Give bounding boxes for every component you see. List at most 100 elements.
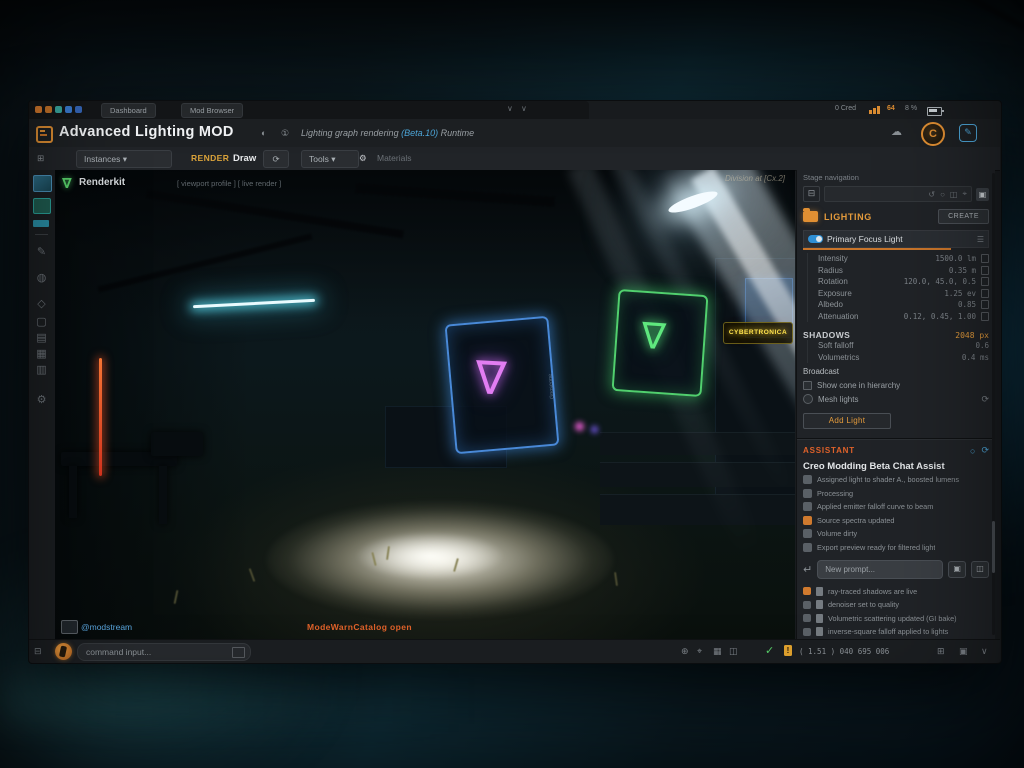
snapshot-icon[interactable] [61,620,78,634]
prompt-input[interactable] [817,560,943,579]
green-app-icon[interactable] [33,198,51,214]
send-button[interactable]: ◫ [971,561,989,578]
teal-bar-icon[interactable] [33,220,49,227]
radio-row[interactable]: Mesh lights⟳ [803,393,989,405]
profile-thumbnail-icon[interactable] [33,175,52,192]
fps-bars-icon [869,106,881,114]
property-row[interactable]: Attenuation0.12, 0.45, 1.00 [807,311,989,323]
settings-gear-icon[interactable]: ⚙ [33,392,50,408]
info-icon[interactable]: ① [281,128,289,139]
lock-icon[interactable] [981,312,989,321]
undo-icon[interactable]: ↺ [928,190,935,199]
lock-icon[interactable] [981,289,989,298]
hierarchy-icon[interactable]: ⊟ [803,186,820,202]
panel-rows-icon[interactable]: ▥ [33,362,50,378]
scene-neon-text-sign: CYBERTRONICA [723,322,793,344]
shadow-value[interactable]: 0.6 [975,341,989,350]
circle-icon[interactable]: ○ [940,190,945,199]
panel-filter-bar[interactable]: ↺ ○ ◫ ⌖ [824,186,972,202]
window-dot-5[interactable] [75,106,82,113]
item-menu-icon[interactable]: ☰ [977,235,984,244]
annotate-pen-icon[interactable]: ✎ [959,124,977,142]
lock-icon[interactable] [981,277,989,286]
tab-mod-browser[interactable]: Mod Browser [181,103,243,118]
layout-icon[interactable]: ⊞ [937,646,945,657]
warning-badge-icon[interactable]: ! [784,645,792,656]
property-row[interactable]: Rotation120.0, 45.0, 0.5 [807,276,989,288]
panel-mode-button[interactable]: ▣ [976,188,989,201]
property-value[interactable]: 0.12, 0.45, 1.00 [904,312,976,321]
property-value[interactable]: 1.25 ev [944,289,976,298]
window-dot-1[interactable] [35,106,42,113]
property-value[interactable]: 0.85 [958,300,976,309]
frame-icon[interactable]: ▣ [959,646,968,657]
draw-mode-label[interactable]: Draw [233,153,256,164]
property-value[interactable]: 0.35 m [949,266,976,275]
materials-label[interactable]: Materials [377,153,411,163]
property-row[interactable]: Intensity1500.0 lm [807,253,989,265]
create-button[interactable]: CREATE [938,209,989,224]
viewport-3d[interactable]: ∇ Gnoseone ∇ CYBERTRONICA ∇ Renderkit [ … [55,170,795,639]
command-placeholder: command input... [86,647,151,657]
tools-dropdown[interactable]: Tools ▾ [301,150,359,168]
window-dot-4[interactable] [65,106,72,113]
add-light-button[interactable]: Add Light [803,413,891,429]
status-user-avatar[interactable] [55,643,72,660]
checkbox-row[interactable]: Show cone in hierarchy [803,379,989,391]
window-dot-2[interactable] [45,106,52,113]
attach-button[interactable]: ▣ [948,561,966,578]
user-avatar[interactable]: C [921,122,945,146]
grid-blocks-icon[interactable]: ▦ [33,346,50,362]
collapse-chevron-icon[interactable]: ∨ [521,104,527,113]
property-value[interactable]: 120.0, 45.0, 0.5 [904,277,976,286]
grid-icon[interactable]: ▦ [713,646,722,657]
shadow-row[interactable]: Soft falloff0.6 [807,340,989,352]
property-row[interactable]: Radius0.35 m [807,265,989,277]
add-icon[interactable]: ⊕ [681,646,689,657]
lock-icon[interactable] [981,254,989,263]
property-row[interactable]: Albedo0.85 [807,299,989,311]
assistant-status-icon[interactable]: ○ [970,446,975,456]
globe-icon[interactable]: ◍ [33,270,50,286]
checkbox[interactable] [803,381,812,390]
rotate-view-button[interactable]: ⟳ [263,150,289,168]
shadow-row[interactable]: Volumetrics0.4 ms [807,352,989,364]
tab-dashboard[interactable]: Dashboard [101,103,156,118]
window-dot-3[interactable] [55,106,62,113]
cube-icon[interactable]: ▢ [33,314,50,330]
instances-dropdown[interactable]: Instances ▾ [76,150,172,168]
panel-scrollbar-thumb[interactable] [992,521,995,573]
dock-icon[interactable]: ⊟ [34,646,42,657]
property-row[interactable]: Exposure1.25 ev [807,288,989,300]
command-input[interactable]: command input... [77,643,251,661]
assistant-header: ASSISTANT ○ ⟳ [803,445,989,456]
visibility-toggle[interactable] [808,235,823,243]
lock-icon[interactable] [981,266,989,275]
cloud-icon[interactable]: ☁ [891,125,902,138]
selected-light-item[interactable]: Primary Focus Light ☰ [803,230,989,248]
radio-button[interactable] [803,394,813,404]
property-value[interactable]: 1500.0 lm [935,254,976,263]
tune-icon[interactable]: ⚙ [359,153,367,164]
log-avatar [803,601,811,609]
expand-chevron-icon[interactable]: ∨ [981,646,988,657]
refresh-icon[interactable]: ⟳ [981,394,989,405]
collapse-chevron-icon[interactable]: ∨ [507,104,513,113]
shadow-value[interactable]: 0.4 ms [962,353,989,362]
render-mode-label[interactable]: RENDER [191,153,229,163]
target-icon[interactable]: ⌖ [962,189,967,199]
target-icon[interactable]: ⌖ [697,646,702,657]
edit-pen-icon[interactable]: ✎ [33,244,50,260]
copy-icon[interactable]: ◫ [950,190,958,199]
lock-icon[interactable] [981,300,989,309]
assistant-sync-icon[interactable]: ⟳ [981,445,989,456]
stream-link[interactable]: @modstream [81,622,132,632]
shadows-value[interactable]: 2048 px [955,331,989,340]
assistant-message: Applied emitter falloff curve to beam [803,501,989,513]
contrast-icon[interactable]: ◐ [261,128,266,138]
layers-icon[interactable]: ▤ [33,330,50,346]
chevron-down-icon: ▾ [331,154,335,164]
shield-icon[interactable]: ◇ [33,296,50,312]
layout-grid-icon[interactable]: ⊞ [37,153,44,164]
split-icon[interactable]: ◫ [729,646,738,657]
